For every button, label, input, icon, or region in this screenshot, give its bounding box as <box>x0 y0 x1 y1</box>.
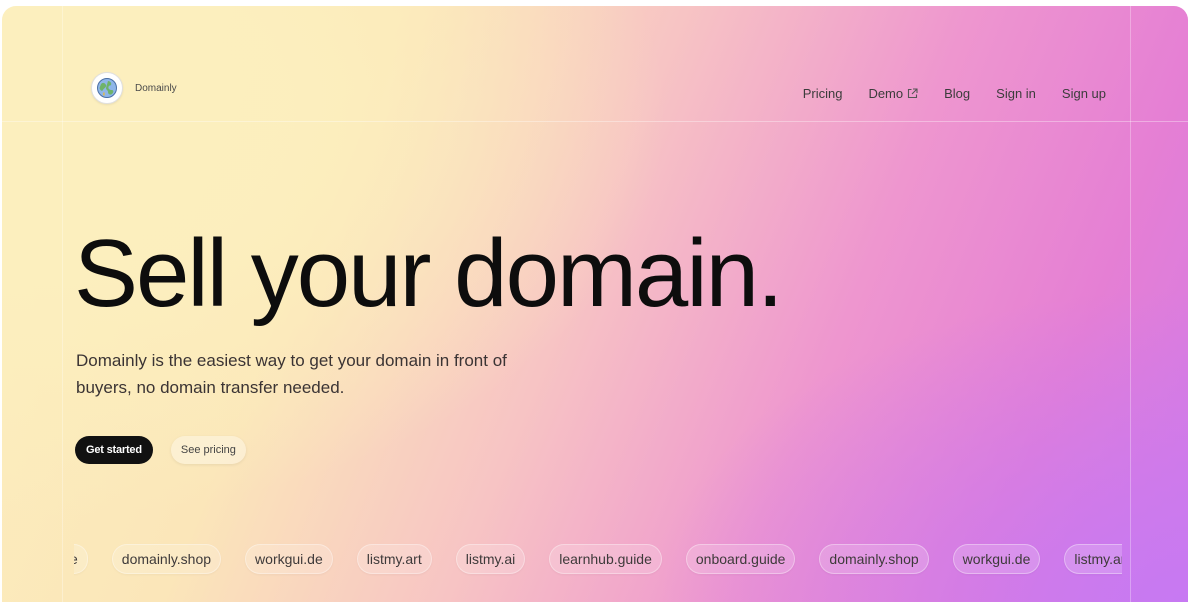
nav-sign-up-link[interactable]: Sign up <box>1062 86 1106 101</box>
logo[interactable]: Domainly <box>91 72 177 104</box>
top-nav: Pricing Demo Blog Sign in Sign up <box>803 86 1106 101</box>
grid-line <box>2 121 1188 122</box>
brand-name: Domainly <box>135 82 177 94</box>
see-pricing-button[interactable]: See pricing <box>170 436 246 464</box>
domain-chip[interactable]: onboard.guide <box>685 544 796 574</box>
grid-line <box>1130 6 1131 602</box>
globe-icon <box>91 72 123 104</box>
domain-list: e domainly.shop workgui.de listmy.art li… <box>74 541 1122 577</box>
domain-marquee: e domainly.shop workgui.de listmy.art li… <box>74 541 1122 577</box>
nav-pricing-link[interactable]: Pricing <box>803 86 843 101</box>
grid-line <box>62 6 63 602</box>
cta-row: Get started See pricing <box>75 436 246 464</box>
domain-chip[interactable]: listmy.ai <box>455 544 526 574</box>
nav-sign-in-link[interactable]: Sign in <box>996 86 1036 101</box>
domain-chip[interactable]: domainly.shop <box>819 544 929 574</box>
domain-chip[interactable]: listmy.art <box>1064 544 1122 574</box>
domain-chip[interactable]: domainly.shop <box>111 544 222 574</box>
hero-title: Sell your domain. <box>74 220 784 327</box>
domain-chip[interactable]: e <box>74 544 88 574</box>
hero-subtitle: Domainly is the easiest way to get your … <box>76 351 507 397</box>
nav-blog-link[interactable]: Blog <box>944 86 970 101</box>
domain-chip[interactable]: listmy.art <box>356 544 432 574</box>
get-started-button[interactable]: Get started <box>75 436 153 464</box>
external-link-icon <box>907 88 918 99</box>
nav-demo-link[interactable]: Demo <box>868 86 918 101</box>
domain-chip[interactable]: workgui.de <box>245 544 333 574</box>
domain-chip[interactable]: workgui.de <box>952 544 1041 574</box>
domain-chip[interactable]: learnhub.guide <box>549 544 662 574</box>
nav-demo-label: Demo <box>868 86 904 101</box>
hero-section: Domainly Pricing Demo Blog Sign in Sign … <box>2 6 1188 602</box>
